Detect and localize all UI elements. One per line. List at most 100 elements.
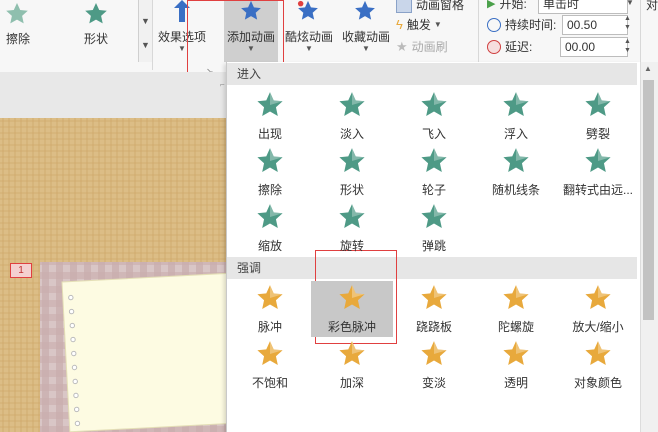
- animation-painter-label: 动画刷: [411, 40, 448, 54]
- animation-option-swivel[interactable]: 旋转: [311, 200, 393, 256]
- scroll-up-icon[interactable]: ▲: [644, 64, 652, 73]
- trigger-button[interactable]: ϟ 触发 ▼: [396, 16, 442, 33]
- animation-option-grow-turn[interactable]: 翻转式由远...: [557, 144, 639, 200]
- cut-label: 对: [646, 0, 658, 12]
- animation-option-label: 彩色脉冲: [327, 320, 376, 334]
- animation-option-object-color[interactable]: 对象颜色: [557, 337, 639, 393]
- spin-star-icon: [503, 285, 529, 309]
- split-star-icon: [585, 92, 611, 116]
- ribbon-divider: [152, 0, 153, 70]
- cool-animation-label: 酷炫动画: [284, 30, 333, 44]
- animation-option-split[interactable]: 劈裂: [557, 88, 639, 144]
- animation-option-wipe[interactable]: 擦除: [229, 144, 311, 200]
- animation-option-color-pulse[interactable]: 彩色脉冲: [311, 281, 393, 337]
- animation-option-label: 浮入: [503, 127, 528, 141]
- painter-star-icon: ★: [396, 38, 408, 54]
- duration-row: 持续时间:: [487, 16, 556, 33]
- animation-option-bounce[interactable]: 弹跳: [393, 200, 475, 256]
- grow-shrink-star-icon: [585, 285, 611, 309]
- chevron-down-icon[interactable]: ▼: [626, 0, 634, 7]
- animation-option-random-bars[interactable]: 随机线条: [475, 144, 557, 200]
- grow-turn-star-icon: [585, 148, 611, 172]
- ribbon-divider: [478, 0, 479, 70]
- animation-option-label: 飞入: [421, 127, 446, 141]
- fade-star-icon: [339, 92, 365, 116]
- animation-option-desaturate[interactable]: 不饱和: [229, 337, 311, 393]
- float-in-star-icon: [503, 92, 529, 116]
- cool-animation-button[interactable]: 酷炫动画 ▼: [282, 0, 336, 56]
- animation-option-label: 脉冲: [257, 320, 282, 334]
- favorite-animation-label: 收藏动画: [341, 30, 390, 44]
- animation-option-label: 跷跷板: [415, 320, 452, 334]
- animation-option-darken[interactable]: 加深: [311, 337, 393, 393]
- animation-option-pulse[interactable]: 脉冲: [229, 281, 311, 337]
- lightning-icon: ϟ: [396, 17, 403, 32]
- animation-option-teeter[interactable]: 跷跷板: [393, 281, 475, 337]
- animation-option-lighten[interactable]: 变淡: [393, 337, 475, 393]
- animation-option-label: 对象颜色: [573, 376, 622, 390]
- animation-option-zoom[interactable]: 缩放: [229, 200, 311, 256]
- animation-option-label: 随机线条: [491, 183, 540, 197]
- slide-canvas[interactable]: [0, 118, 226, 432]
- delay-input[interactable]: 00.00: [560, 37, 628, 57]
- animation-option-float-in[interactable]: 浮入: [475, 88, 557, 144]
- trigger-label: 触发: [406, 18, 431, 32]
- bounce-star-icon: [421, 204, 447, 228]
- appear-star-icon: [257, 92, 283, 116]
- wipe-star-icon: [257, 148, 283, 172]
- animation-option-grow-shrink[interactable]: 放大/缩小: [557, 281, 639, 337]
- animation-pane-icon: [396, 0, 412, 13]
- animation-option-wheel[interactable]: 轮子: [393, 144, 475, 200]
- animation-option-fly-in[interactable]: 飞入: [393, 88, 475, 144]
- duration-label: 持续时间:: [505, 18, 557, 32]
- play-icon: ▶: [487, 0, 496, 10]
- ribbon-shape-button[interactable]: 形状: [74, 0, 118, 50]
- animation-option-transparency[interactable]: 透明: [475, 337, 557, 393]
- clock-icon: [487, 17, 501, 32]
- animation-pane-button[interactable]: 动画窗格: [396, 0, 464, 13]
- ribbon-wipe-button[interactable]: 擦除: [0, 0, 36, 50]
- animation-option-label: 劈裂: [585, 127, 610, 141]
- scrollbar-thumb[interactable]: [643, 80, 654, 320]
- favorite-animation-star-icon: [355, 0, 375, 20]
- animation-option-appear[interactable]: 出现: [229, 88, 311, 144]
- duration-spinner[interactable]: ▲ ▼: [624, 14, 631, 32]
- animation-option-label: 弹跳: [421, 239, 446, 253]
- chevron-down-icon: ▼: [433, 20, 442, 29]
- animation-option-label: 淡入: [339, 127, 364, 141]
- chevron-down-icon: ▼: [362, 44, 370, 53]
- animation-option-label: 翻转式由远...: [562, 183, 633, 197]
- ribbon-wipe-label: 擦除: [5, 32, 30, 46]
- duration-input[interactable]: 00.50: [562, 15, 628, 35]
- chevron-down-icon: ▼: [305, 44, 313, 53]
- animation-option-label: 变淡: [421, 376, 446, 390]
- wheel-star-icon: [421, 148, 447, 172]
- shape-star-icon: [85, 3, 107, 24]
- chevron-down-icon: ▼: [141, 16, 150, 26]
- lighten-star-icon: [421, 341, 447, 365]
- favorite-animation-button[interactable]: 收藏动画 ▼: [338, 0, 394, 56]
- thumbnail-strip: [0, 72, 226, 119]
- animation-option-label: 擦除: [257, 183, 282, 197]
- swivel-star-icon: [339, 204, 365, 228]
- animation-option-fade[interactable]: 淡入: [311, 88, 393, 144]
- collapse-icon[interactable]: ⌐: [220, 80, 225, 89]
- slide-texture: [0, 118, 226, 432]
- animation-option-label: 透明: [503, 376, 528, 390]
- animation-option-spin[interactable]: 陀螺旋: [475, 281, 557, 337]
- ribbon-gallery-scroll[interactable]: ▼ ▼: [138, 0, 153, 62]
- animation-option-label: 形状: [339, 183, 364, 197]
- animation-order-badge[interactable]: 1: [10, 263, 32, 278]
- delay-spinner[interactable]: ▲ ▼: [624, 37, 631, 55]
- shape-star-icon: [339, 148, 365, 172]
- animation-option-label: 轮子: [421, 183, 446, 197]
- desaturate-star-icon: [257, 341, 283, 365]
- delay-label: 延迟:: [505, 40, 533, 54]
- animation-option-label: 放大/缩小: [572, 320, 624, 334]
- transparency-star-icon: [503, 341, 529, 365]
- color-pulse-star-icon: [339, 285, 365, 309]
- animation-painter-button[interactable]: ★ 动画刷: [396, 38, 448, 55]
- zoom-star-icon: [257, 204, 283, 228]
- start-select[interactable]: 单击时: [538, 0, 628, 14]
- animation-option-shape[interactable]: 形状: [311, 144, 393, 200]
